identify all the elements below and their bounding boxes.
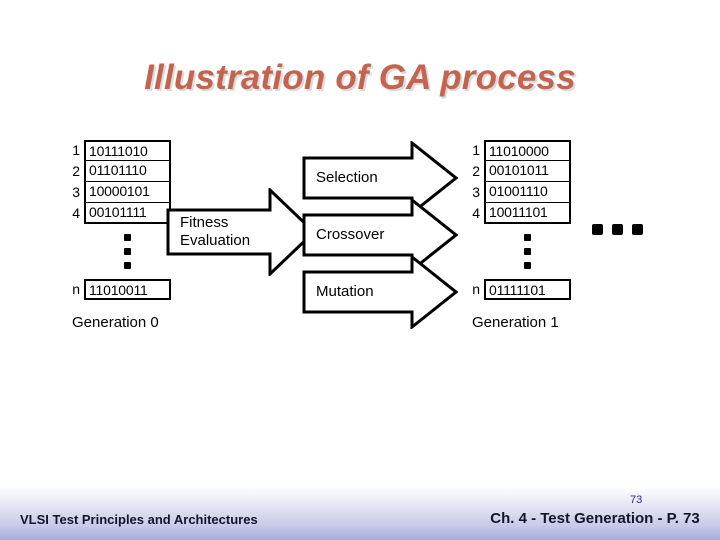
table-row: 4 00101111 — [64, 203, 171, 224]
row-index: n — [472, 281, 480, 297]
chromosome-bits: 10000101 — [84, 182, 171, 203]
chromosome-bits: 10111010 — [84, 140, 171, 161]
table-row: 1 11010000 — [464, 140, 571, 161]
dot-icon — [592, 224, 603, 235]
generation-1-block: 1 11010000 2 00101011 3 01001110 4 10011… — [464, 140, 571, 331]
table-row: 3 10000101 — [64, 182, 171, 203]
horizontal-ellipsis-icon — [592, 224, 643, 235]
table-row: 4 10011101 — [464, 203, 571, 224]
row-index: 3 — [472, 184, 480, 200]
footer-chapter-reference: Ch. 4 - Test Generation - P. 73 — [490, 510, 700, 527]
dot-icon — [124, 248, 131, 255]
generation-0-block: 1 10111010 2 01101110 3 10000101 4 00101… — [64, 140, 171, 331]
row-index: 2 — [472, 163, 480, 179]
chromosome-bits: 00101111 — [84, 203, 171, 224]
fitness-evaluation-arrow: Fitness Evaluation — [166, 188, 316, 276]
generation-0-table: 1 10111010 2 01101110 3 10000101 4 00101… — [64, 140, 171, 300]
chromosome-bits: 01111101 — [484, 279, 571, 300]
vertical-ellipsis-icon — [84, 224, 171, 279]
dot-icon — [124, 234, 131, 241]
row-index: 2 — [72, 163, 80, 179]
row-index: 3 — [72, 184, 80, 200]
row-index: 4 — [472, 205, 480, 221]
vertical-ellipsis-icon — [484, 224, 571, 279]
dot-icon — [632, 224, 643, 235]
mutation-arrow: Mutation — [302, 255, 458, 329]
dot-icon — [124, 262, 131, 269]
chromosome-bits: 10011101 — [484, 203, 571, 224]
chromosome-bits: 01001110 — [484, 182, 571, 203]
table-row: 2 00101011 — [464, 161, 571, 182]
slide-footer: VLSI Test Principles and Architectures C… — [0, 486, 720, 540]
chromosome-bits: 01101110 — [84, 161, 171, 182]
row-index: n — [72, 281, 80, 297]
generation-0-label: Generation 0 — [72, 314, 159, 331]
table-row: n 11010011 — [64, 279, 171, 300]
dot-icon — [524, 248, 531, 255]
row-index: 4 — [72, 205, 80, 221]
footer-book-title: VLSI Test Principles and Architectures — [20, 512, 258, 527]
table-row: 3 01001110 — [464, 182, 571, 203]
dot-icon — [612, 224, 623, 235]
generation-1-label: Generation 1 — [472, 314, 559, 331]
page-number: 73 — [630, 494, 643, 506]
chromosome-bits: 11010000 — [484, 140, 571, 161]
page-title: Illustration of GA process — [144, 58, 576, 97]
chromosome-bits: 11010011 — [84, 279, 171, 300]
dot-icon — [524, 262, 531, 269]
ga-process-diagram: 1 10111010 2 01101110 3 10000101 4 00101… — [0, 140, 720, 365]
dot-icon — [524, 234, 531, 241]
table-row: 2 01101110 — [64, 161, 171, 182]
table-row: 1 10111010 — [64, 140, 171, 161]
row-index: 1 — [72, 142, 80, 158]
table-row: n 01111101 — [464, 279, 571, 300]
generation-1-table: 1 11010000 2 00101011 3 01001110 4 10011… — [464, 140, 571, 300]
row-index: 1 — [472, 142, 480, 158]
chromosome-bits: 00101011 — [484, 161, 571, 182]
